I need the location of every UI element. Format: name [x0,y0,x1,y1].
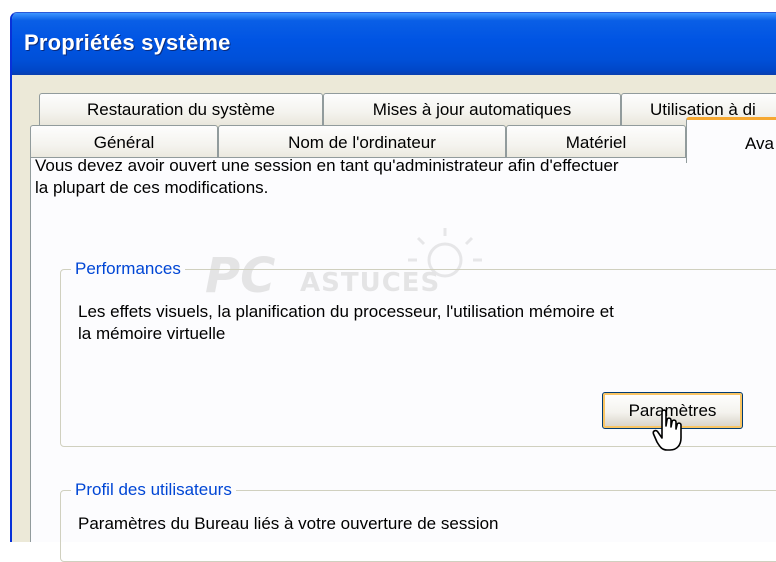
user-profiles-legend: Profil des utilisateurs [71,478,236,502]
performance-settings-button[interactable]: Paramètres [602,392,743,429]
admin-notice-line2: la plupart de ces modifications. [35,178,269,197]
performance-legend: Performances [71,257,185,281]
user-profiles-description: Paramètres du Bureau liés à votre ouvert… [78,514,499,533]
performance-description-line2: la mémoire virtuelle [78,324,226,343]
performance-description-line1: Les effets visuels, la planification du … [78,302,614,321]
user-profiles-groupbox: Profil des utilisateurs Paramètres du Bu… [60,478,776,562]
performance-description: Les effets visuels, la planification du … [78,301,614,345]
performance-groupbox: Performances Les effets visuels, la plan… [60,257,776,447]
admin-notice: Vous devez avoir ouvert une session en t… [35,155,776,199]
panel-content: Vous devez avoir ouvert une session en t… [0,0,776,562]
admin-notice-line1: Vous devez avoir ouvert une session en t… [35,156,619,175]
